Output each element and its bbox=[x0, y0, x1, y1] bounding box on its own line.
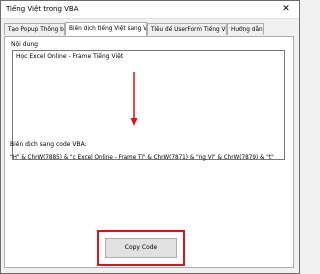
tab-userform-title[interactable]: Tiêu đề UserForm Tiếng Việt bbox=[147, 23, 227, 35]
window-title: Tiếng Việt trong VBA bbox=[6, 5, 79, 13]
vba-output-text: "H" & ChrW(7885) & "c Excel Online - Fra… bbox=[10, 155, 274, 161]
tab-strip: Tạo Popup Thông báo Biên dịch tiếng Việt… bbox=[4, 22, 296, 36]
tab-popup-notification[interactable]: Tạo Popup Thông báo bbox=[4, 23, 65, 35]
copy-code-button[interactable]: Copy Code bbox=[105, 238, 177, 258]
tab-help[interactable]: Hướng dẫn bbox=[227, 23, 264, 35]
content-label: Nội dung bbox=[11, 41, 38, 48]
tab-panel: Nội dung Học Excel Online - Frame Tiếng … bbox=[4, 36, 294, 268]
tab-translate-vba[interactable]: Biên dịch tiếng Việt sang VBA bbox=[65, 22, 147, 36]
close-icon[interactable]: ✕ bbox=[273, 1, 299, 18]
output-label: Biên dịch sang code VBA: bbox=[10, 141, 87, 148]
title-bar: Tiếng Việt trong VBA ✕ bbox=[1, 1, 299, 19]
